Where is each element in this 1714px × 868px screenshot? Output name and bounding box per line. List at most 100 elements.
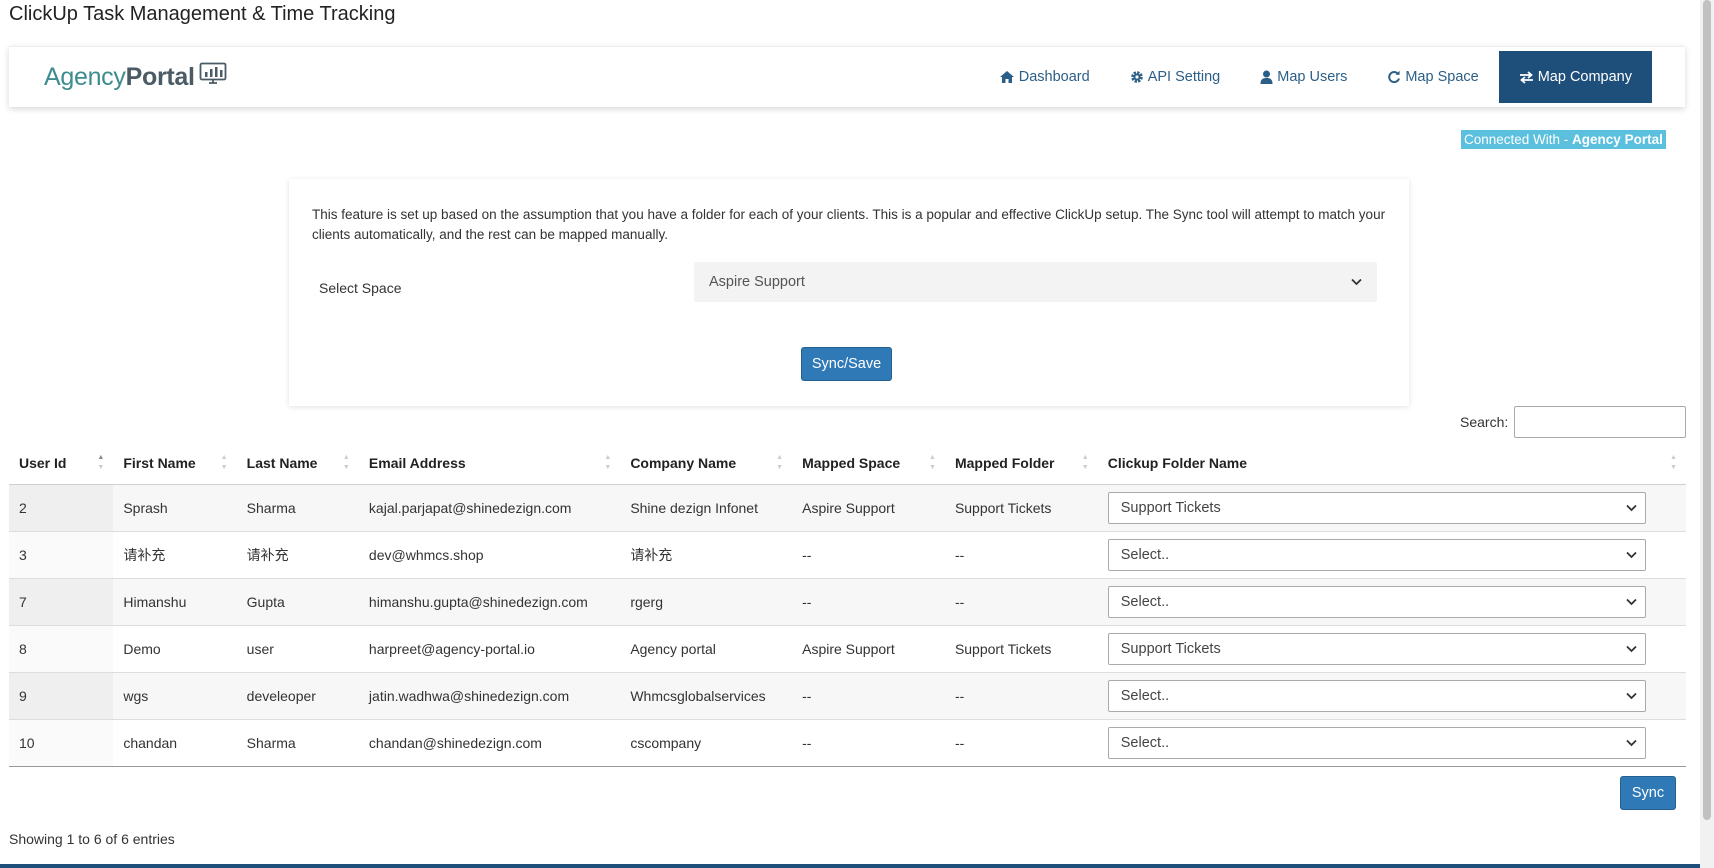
cell-user-id: 9	[9, 671, 114, 719]
cell-company: Agency portal	[620, 624, 793, 672]
column-header-last-name[interactable]: Last Name ▲ ▼	[236, 442, 359, 485]
cell-mapped-folder: --	[944, 577, 1098, 625]
cell-company: cscompany	[620, 718, 793, 767]
select-space-label: Select Space	[319, 280, 402, 296]
folder-select-value: Support Tickets	[1120, 499, 1221, 516]
cell-first-name: Sprash	[113, 483, 237, 531]
chevron-down-icon	[1351, 278, 1362, 286]
cell-clickup-folder: Select..	[1097, 577, 1686, 625]
cell-email: chandan@shinedezign.com	[358, 718, 621, 767]
cell-mapped-folder: --	[944, 671, 1098, 719]
scrollbar[interactable]	[1700, 0, 1714, 868]
folder-select[interactable]: Select..	[1107, 538, 1646, 571]
sync-save-button[interactable]: Sync/Save	[801, 347, 892, 381]
column-header-clickup-folder[interactable]: Clickup Folder Name ▲ ▼	[1097, 442, 1686, 485]
folder-select[interactable]: Select..	[1107, 585, 1646, 618]
cell-clickup-folder: Select..	[1097, 718, 1686, 767]
column-header-first-name[interactable]: First Name ▲ ▼	[113, 442, 237, 485]
logo[interactable]: Agency Portal	[44, 60, 227, 94]
connected-name: Agency Portal	[1572, 132, 1663, 147]
entries-info: Showing 1 to 6 of 6 entries	[9, 831, 175, 847]
chevron-down-icon	[1626, 739, 1637, 746]
sort-icon: ▲ ▼	[1670, 454, 1677, 471]
page-title: ClickUp Task Management & Time Tracking	[9, 3, 396, 25]
cell-first-name: 请补充	[113, 530, 237, 578]
cell-clickup-folder: Select..	[1097, 671, 1686, 719]
cell-mapped-space: --	[792, 718, 945, 767]
nav-dashboard-label: Dashboard	[1018, 69, 1090, 85]
connected-badge: Connected With - Agency Portal	[1461, 130, 1666, 149]
monitor-chart-icon	[199, 62, 227, 93]
nav-map-company-label: Map Company	[1537, 69, 1632, 85]
column-header-mapped-folder[interactable]: Mapped Folder ▲ ▼	[944, 442, 1098, 485]
search-label: Search:	[1460, 414, 1509, 430]
column-header-mapped-space[interactable]: Mapped Space ▲ ▼	[792, 442, 945, 485]
cell-company: Shine dezign Infonet	[620, 483, 793, 531]
cell-last-name: 请补充	[236, 530, 359, 578]
cell-company: rgerg	[620, 577, 793, 625]
cell-user-id: 8	[9, 624, 114, 672]
chevron-down-icon	[1626, 551, 1637, 558]
nav-api-setting[interactable]: API Setting	[1110, 51, 1241, 103]
cell-last-name: develeoper	[236, 671, 359, 719]
cell-email: kajal.parjapat@shinedezign.com	[358, 483, 621, 531]
feature-description: This feature is set up based on the assu…	[312, 207, 1386, 242]
exchange-icon	[1519, 70, 1533, 84]
folder-select[interactable]: Select..	[1107, 726, 1646, 759]
cell-clickup-folder: Support Tickets	[1097, 483, 1686, 531]
cell-email: dev@whmcs.shop	[358, 530, 621, 578]
sync-button[interactable]: Sync	[1620, 776, 1676, 810]
column-header-user-id[interactable]: User Id ▲ ▼	[9, 442, 114, 485]
folder-select[interactable]: Support Tickets	[1107, 632, 1646, 665]
cell-first-name: chandan	[113, 718, 237, 767]
nav-map-users-label: Map Users	[1277, 69, 1348, 85]
folder-select-value: Select..	[1120, 546, 1170, 563]
nav-map-space[interactable]: Map Space	[1367, 51, 1498, 103]
table-row: 9 wgs develeoper jatin.wadhwa@shinedezign.c…	[9, 671, 1686, 719]
nav-map-users[interactable]: Map Users	[1240, 51, 1367, 103]
cell-company: 请补充	[620, 530, 793, 578]
cell-user-id: 3	[9, 530, 114, 578]
folder-select-value: Select..	[1120, 734, 1170, 751]
sort-icon: ▲ ▼	[928, 454, 936, 471]
cell-email: harpreet@agency-portal.io	[358, 624, 621, 672]
table-row: 10 chandan Sharma chandan@shinedezign.com cs…	[9, 718, 1686, 767]
sort-icon: ▲ ▼	[1081, 454, 1089, 471]
cell-mapped-folder: Support Tickets	[944, 624, 1098, 672]
chevron-down-icon	[1626, 504, 1637, 511]
sort-icon: ▲ ▼	[220, 454, 228, 471]
cell-mapped-folder: --	[944, 530, 1098, 578]
cell-last-name: Sharma	[236, 483, 359, 531]
nav-dashboard[interactable]: Dashboard	[979, 51, 1110, 103]
cell-mapped-space: --	[792, 577, 945, 625]
cell-user-id: 10	[9, 718, 114, 767]
cell-last-name: user	[236, 624, 359, 672]
logo-text-agency: Agency	[44, 62, 126, 91]
cell-clickup-folder: Select..	[1097, 530, 1686, 578]
cell-first-name: Demo	[113, 624, 237, 672]
footer-bar	[0, 864, 1714, 868]
search-input[interactable]	[1514, 406, 1686, 438]
logo-text-portal: Portal	[125, 62, 195, 91]
folder-select[interactable]: Select..	[1107, 679, 1646, 712]
folder-select-value: Support Tickets	[1120, 640, 1221, 657]
table-header-row: User Id ▲ ▼ First Name ▲ ▼ Last Name ▲ ▼ Email…	[9, 442, 1686, 485]
cell-clickup-folder: Support Tickets	[1097, 624, 1686, 672]
folder-select-value: Select..	[1120, 593, 1170, 610]
chevron-down-icon	[1626, 645, 1637, 652]
space-select-value: Aspire Support	[709, 274, 805, 290]
scrollbar-thumb[interactable]	[1703, 0, 1711, 820]
column-header-company[interactable]: Company Name ▲ ▼	[620, 442, 793, 485]
cell-first-name: Himanshu	[113, 577, 237, 625]
cell-mapped-space: --	[792, 671, 945, 719]
folder-select[interactable]: Support Tickets	[1107, 491, 1646, 524]
table-row: 3 请补充 请补充 dev@whmcs.shop 请补充 -- -- Select..	[9, 530, 1686, 578]
cell-mapped-space: Aspire Support	[792, 624, 945, 672]
space-select[interactable]: Aspire Support	[694, 262, 1377, 302]
cell-email: himanshu.gupta@shinedezign.com	[358, 577, 621, 625]
column-header-email[interactable]: Email Address ▲ ▼	[358, 442, 621, 485]
cell-email: jatin.wadhwa@shinedezign.com	[358, 671, 621, 719]
cell-mapped-space: Aspire Support	[792, 483, 945, 531]
company-mapping-table: User Id ▲ ▼ First Name ▲ ▼ Last Name ▲ ▼ Email…	[9, 442, 1686, 767]
nav-map-company[interactable]: Map Company	[1498, 51, 1652, 103]
